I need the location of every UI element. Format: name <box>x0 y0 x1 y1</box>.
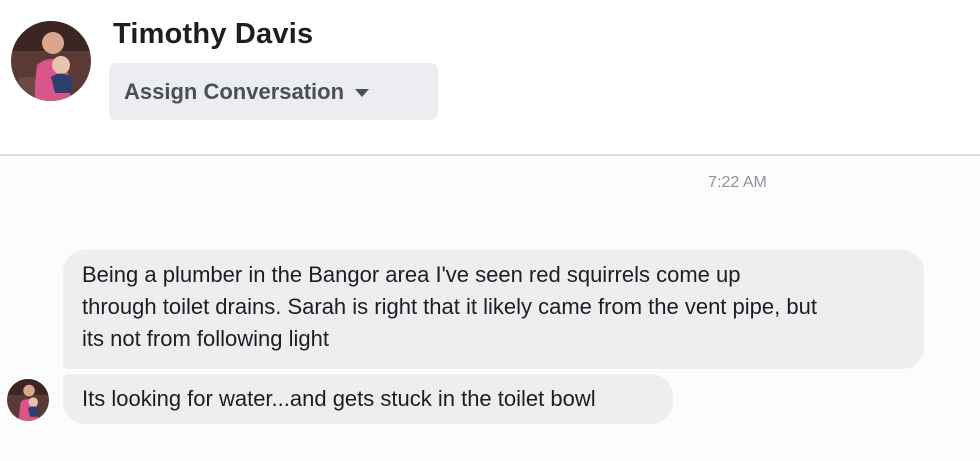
messenger-conversation: Timothy Davis Assign Conversation 7:22 A… <box>0 0 980 461</box>
sender-avatar[interactable] <box>7 379 49 421</box>
conversation-header: Timothy Davis Assign Conversation <box>0 0 980 154</box>
assign-conversation-label: Assign Conversation <box>124 78 345 104</box>
message-thread: 7:22 AM Being a plumber in the Bangor ar… <box>0 156 980 461</box>
contact-avatar[interactable] <box>11 21 91 101</box>
message-bubble[interactable]: Its looking for water...and gets stuck i… <box>63 374 673 424</box>
message-text-line: its not from following light <box>82 326 329 351</box>
message-text-line: through toilet drains. Sarah is right th… <box>82 294 817 319</box>
avatar-photo <box>11 21 91 101</box>
message-text-line: Its looking for water...and gets stuck i… <box>82 386 596 411</box>
sender-avatar-photo <box>7 379 49 421</box>
message-bubble[interactable]: Being a plumber in the Bangor area I've … <box>63 250 924 369</box>
assign-conversation-button[interactable]: Assign Conversation <box>109 63 438 120</box>
message-timestamp: 7:22 AM <box>708 174 767 191</box>
caret-down-icon <box>355 88 370 97</box>
message-text-line: Being a plumber in the Bangor area I've … <box>82 262 741 287</box>
contact-name[interactable]: Timothy Davis <box>113 18 313 51</box>
